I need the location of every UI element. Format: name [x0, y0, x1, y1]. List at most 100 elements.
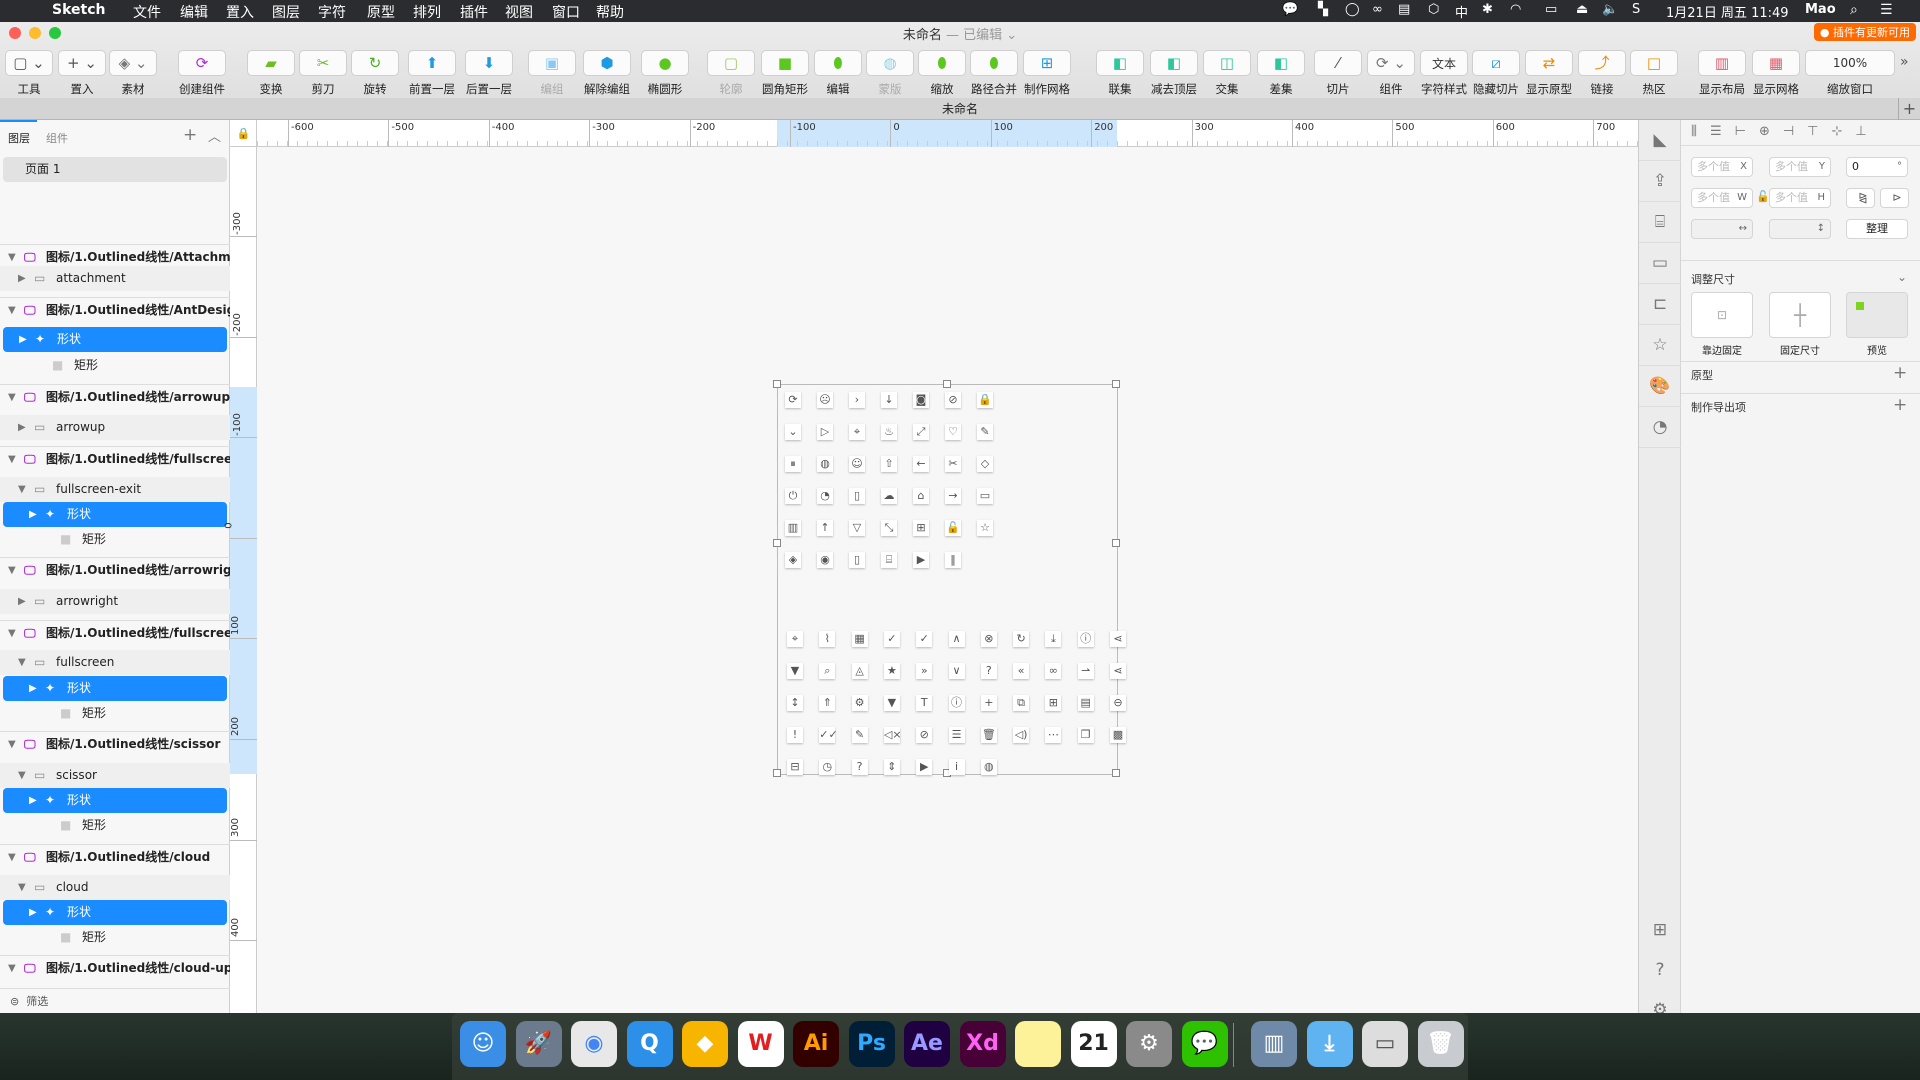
layer-artboard[interactable]: ▼ 🖵 图标/1.Outlined线性/cloud — [0, 844, 230, 869]
resize-handle[interactable] — [1112, 380, 1120, 388]
forward-icon[interactable]: ⬆ — [408, 50, 456, 76]
toolbar-outline-button[interactable]: ▢ 轮廓 — [701, 50, 761, 97]
edit-icon[interactable]: ✎ — [977, 424, 993, 440]
stop-icon[interactable]: ⊘ — [945, 392, 961, 408]
airplay-icon[interactable]: ▭ — [1545, 2, 1557, 17]
layer-item[interactable]: ■ 矩形 — [0, 353, 230, 378]
layout-switch-icon[interactable]: ⊏ — [1639, 284, 1681, 325]
pie-chart-icon[interactable]: ◔ — [817, 488, 833, 504]
arrow-right-icon[interactable]: → — [945, 488, 961, 504]
layer-item[interactable]: ■ 矩形 — [0, 813, 230, 838]
toolbar-scale-button[interactable]: ⬮ 缩放 — [912, 50, 972, 97]
enter-icon[interactable]: ⇀ — [1077, 663, 1094, 679]
menu-item[interactable]: 视图 — [505, 2, 533, 22]
dock-after-effects-icon[interactable]: Ae — [904, 1021, 950, 1067]
star-filled-icon[interactable]: ★ — [883, 663, 900, 679]
form-icon[interactable]: ✎ — [851, 727, 868, 743]
tag-icon[interactable]: ◇ — [977, 456, 993, 472]
search-icon[interactable]: ⌕ — [819, 663, 836, 679]
grid-icon[interactable]: ⊞ — [1023, 50, 1071, 76]
disclosure-arrow-icon[interactable]: ▶ — [19, 327, 27, 352]
eject-icon[interactable]: ⏏ — [1576, 2, 1588, 17]
symbol-library-icon[interactable]: ☆ — [1639, 325, 1681, 366]
layers-icon[interactable]: ◈ ⌄ — [109, 50, 157, 76]
sync-icon[interactable]: ⟳ — [785, 392, 801, 408]
disclosure-arrow-icon[interactable]: ▼ — [8, 732, 16, 756]
toolbar-component-button[interactable]: ⟳ ⌄ 组件 — [1361, 50, 1421, 97]
disclosure-arrow-icon[interactable]: ▼ — [8, 845, 16, 869]
rotation-field[interactable]: 0 ° — [1846, 157, 1908, 177]
resize-handle[interactable] — [773, 769, 781, 777]
frame-icon[interactable]: ▢ ⌄ — [5, 50, 53, 76]
dock-qq-browser-icon[interactable]: Q — [626, 1021, 673, 1067]
spacing-v-field[interactable]: ↕ — [1769, 219, 1831, 239]
toolbar-text-style-button[interactable]: 文本 字符样式 — [1414, 50, 1474, 97]
toolbar-hotspot-button[interactable]: □ 热区 — [1624, 50, 1684, 97]
lock-icon[interactable]: 🔒 — [230, 120, 257, 147]
layer-item[interactable]: ▼ ▭ cloud — [0, 875, 230, 900]
down-icon[interactable]: ∨ — [948, 663, 965, 679]
caret-right-icon[interactable]: ▶ — [913, 552, 929, 568]
dock-system-preferences-icon[interactable]: ⚙ — [1126, 1021, 1172, 1067]
edited-status[interactable]: — 已编辑 — [942, 28, 1002, 43]
toolbar-transform-button[interactable]: ▰ 变换 — [241, 50, 301, 97]
qq-icon[interactable]: ◯ — [1345, 2, 1360, 17]
double-right-icon[interactable]: » — [916, 663, 933, 679]
home-icon[interactable]: ⌂ — [913, 488, 929, 504]
share-icon[interactable]: ⋖ — [1110, 663, 1126, 679]
check-circle-icon[interactable]: ✓ — [916, 631, 933, 647]
disclosure-arrow-icon[interactable]: ▼ — [8, 385, 16, 409]
layer-item[interactable]: ▼ ▭ fullscreen — [0, 650, 230, 675]
selection-bounds[interactable] — [773, 380, 1120, 777]
pin-edges-control[interactable]: ⊡ — [1691, 292, 1753, 338]
new-tab-button[interactable]: + — [1898, 98, 1920, 120]
wechat-icon[interactable]: 💬 — [1282, 2, 1298, 17]
edit-icon[interactable]: ⬮ — [814, 50, 862, 76]
toolbar-mask-button[interactable]: ◍ 蒙版 — [860, 50, 920, 97]
dock-notes-icon[interactable] — [1015, 1021, 1061, 1067]
filter-icon[interactable]: ▼ — [787, 663, 803, 679]
eye-invisible-icon[interactable]: ⊘ — [916, 727, 933, 743]
text-style-icon[interactable]: 文本 — [1420, 50, 1468, 76]
dock-calendar-icon[interactable]: 21 — [1070, 1021, 1117, 1067]
disclosure-arrow-icon[interactable]: ▶ — [18, 415, 26, 440]
dock-launchpad-icon[interactable]: 🚀 — [515, 1021, 562, 1067]
tidy-button[interactable]: 整理 — [1846, 219, 1908, 239]
fix-size-control[interactable]: ┼ — [1769, 292, 1831, 338]
bar-chart-icon[interactable]: ▥ — [785, 520, 801, 536]
disclosure-arrow-icon[interactable]: ▶ — [18, 589, 26, 614]
gift-icon[interactable]: ⊞ — [1639, 910, 1681, 951]
link-icon[interactable]: ⤴ — [1578, 50, 1626, 76]
menu-item[interactable]: 原型 — [367, 2, 395, 22]
disclosure-arrow-icon[interactable]: ▶ — [29, 900, 37, 925]
shop-icon[interactable]: ⌸ — [1639, 202, 1681, 243]
prototype-icon[interactable]: ⇄ — [1525, 50, 1573, 76]
dock-wps-icon[interactable]: W — [737, 1021, 784, 1067]
resize-handle[interactable] — [773, 539, 781, 548]
toolbar-oval-button[interactable]: ● 椭圆形 — [635, 50, 695, 97]
toolbar-subtract-button[interactable]: ◧ 减去顶层 — [1144, 50, 1204, 97]
dock-trash-icon[interactable]: 🗑 — [1417, 1021, 1464, 1067]
down-circle-icon[interactable]: ⌄ — [785, 424, 801, 440]
hide-slice-icon[interactable]: ⧄ — [1472, 50, 1520, 76]
resize-handle[interactable] — [942, 380, 951, 388]
pause-icon[interactable]: ‖ — [945, 552, 961, 568]
add-page-icon[interactable]: + — [183, 125, 197, 145]
add-export-icon[interactable]: + — [1893, 395, 1907, 415]
toolbar-difference-button[interactable]: ◧ 差集 — [1251, 50, 1311, 97]
shield-icon[interactable]: ⬡ — [1428, 2, 1439, 17]
delete-icon[interactable]: 🗑 — [980, 727, 997, 743]
unlock-icon[interactable]: 🔓 — [945, 520, 961, 536]
minus-square-icon[interactable]: ⊟ — [787, 759, 803, 775]
heart-icon[interactable]: ♡ — [945, 424, 961, 440]
dock-preview-icon[interactable]: ▭ — [1362, 1021, 1408, 1067]
frown-icon[interactable]: ☹ — [817, 392, 833, 408]
link-icon[interactable]: ∞ — [1045, 663, 1062, 679]
menu-item[interactable]: 排列 — [413, 2, 441, 22]
toolbar-scissors-button[interactable]: ✂ 剪刀 — [293, 50, 353, 97]
page-item[interactable]: 页面 1 — [3, 157, 227, 182]
align-toolbar[interactable]: ⫼☰⊢⊕⊣⊤⊹⊥ — [1681, 120, 1920, 146]
team-icon[interactable]: ☺ — [849, 456, 865, 472]
arrow-up-icon[interactable]: ↑ — [817, 520, 833, 536]
dislike-icon[interactable]: ▽ — [849, 520, 865, 536]
